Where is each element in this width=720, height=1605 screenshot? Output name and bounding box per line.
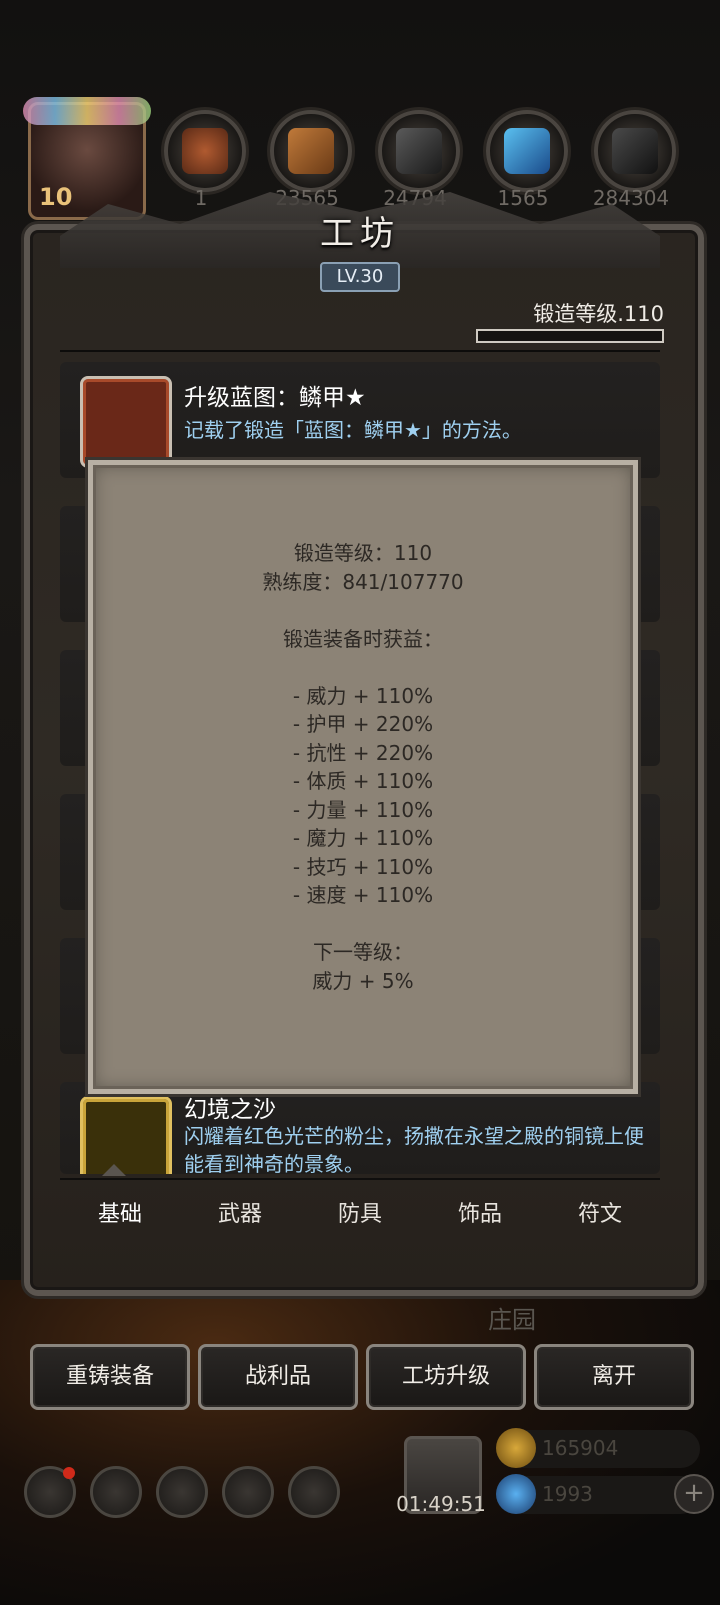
mail-icon[interactable] xyxy=(222,1466,274,1518)
list-item-sand[interactable]: 幻境之沙 闪耀着红色光芒的粉尘，扬撒在永望之殿的铜镜上便能看到神奇的景象。 xyxy=(60,1082,660,1174)
bonus-line: - 体质 + 110% xyxy=(292,769,434,793)
bonus-line: - 威力 + 110% xyxy=(292,683,434,708)
bonus-line: - 力量 + 110% xyxy=(292,797,434,822)
achievements-icon[interactable] xyxy=(90,1466,142,1518)
upgrade-workshop-button[interactable]: 工坊升级 xyxy=(366,1344,526,1410)
workshop-level-badge: LV.30 xyxy=(320,262,400,292)
tab-weapons[interactable]: 武器 xyxy=(180,1196,300,1228)
category-tabs: 基础 武器 防具 饰品 符文 xyxy=(60,1164,660,1250)
gift-timer: 01:49:51 xyxy=(396,1492,486,1516)
gold-value: 165904 xyxy=(542,1436,619,1460)
tooltip-next-header: 下一等级： xyxy=(313,940,413,964)
tab-basic[interactable]: 基础 xyxy=(60,1196,180,1228)
bonus-line: - 技巧 + 110% xyxy=(292,854,434,879)
scroll-up-caret-icon[interactable] xyxy=(102,1164,126,1176)
add-gems-button[interactable]: + xyxy=(674,1474,714,1514)
tooltip-bonus-header: 锻造装备时获益： xyxy=(283,626,443,651)
reforge-button[interactable]: 重铸装备 xyxy=(30,1344,190,1410)
leave-button[interactable]: 离开 xyxy=(534,1344,694,1410)
bonus-line: - 魔力 + 110% xyxy=(292,826,434,850)
tab-accessories[interactable]: 饰品 xyxy=(420,1196,540,1228)
tooltip-proficiency: 熟练度：841/107770 xyxy=(262,569,464,594)
item-desc: 记载了锻造「蓝图：鳞甲★」的方法。 xyxy=(184,418,522,442)
balloon-decoration xyxy=(23,97,151,125)
tab-armor[interactable]: 防具 xyxy=(300,1196,420,1228)
forge-info-tooltip: 锻造等级：110 熟练度：841/107770 锻造装备时获益： - 威力 + … xyxy=(88,460,638,1094)
item-desc: 闪耀着红色光芒的粉尘，扬撒在永望之殿的铜镜上便能看到神奇的景象。 xyxy=(184,1124,644,1174)
gem-value: 1993 xyxy=(542,1482,593,1506)
resource-bar: 10 1 23565 24794 1565 284304 xyxy=(0,97,720,220)
divider xyxy=(60,350,660,352)
tooltip-forge-level: 锻造等级：110 xyxy=(293,541,433,565)
forge-level-label: 锻造等级.110 xyxy=(533,302,664,326)
gem-icon xyxy=(496,1474,536,1514)
item-name: 升级蓝图：鳞甲★ xyxy=(184,385,366,411)
wood-resource-icon[interactable] xyxy=(270,110,352,192)
red-sand-icon xyxy=(80,1096,172,1174)
tooltip-next-bonus: 威力 + 5% xyxy=(312,968,414,993)
loot-button[interactable]: 战利品 xyxy=(198,1344,358,1410)
item-name: 幻境之沙 xyxy=(184,1097,276,1123)
guild-icon[interactable] xyxy=(288,1466,340,1518)
bonus-line: - 抗性 + 220% xyxy=(292,740,434,765)
ore-resource-icon[interactable] xyxy=(594,110,676,192)
gold-coin-icon xyxy=(496,1428,536,1468)
scale-armor-icon xyxy=(80,376,172,468)
divider xyxy=(60,1178,660,1180)
armory-icon[interactable] xyxy=(156,1466,208,1518)
notification-dot xyxy=(63,1467,75,1479)
iron-resource-icon[interactable] xyxy=(378,110,460,192)
panel-title: 工坊 xyxy=(320,214,400,254)
settings-gear-icon[interactable] xyxy=(24,1466,76,1518)
player-avatar[interactable]: 10 xyxy=(23,97,151,220)
gem-counter: 1993 + xyxy=(496,1474,714,1514)
leather-resource-icon[interactable] xyxy=(164,110,246,192)
bonus-line: - 速度 + 110% xyxy=(292,883,434,907)
bonus-line: - 护甲 + 220% xyxy=(292,712,434,736)
forge-progress-bar xyxy=(476,329,664,343)
gold-counter: 165904 xyxy=(496,1428,700,1468)
crystal-resource-icon[interactable] xyxy=(486,110,568,192)
tab-runes[interactable]: 符文 xyxy=(540,1196,660,1228)
background-label: 庄园 xyxy=(488,1306,536,1334)
